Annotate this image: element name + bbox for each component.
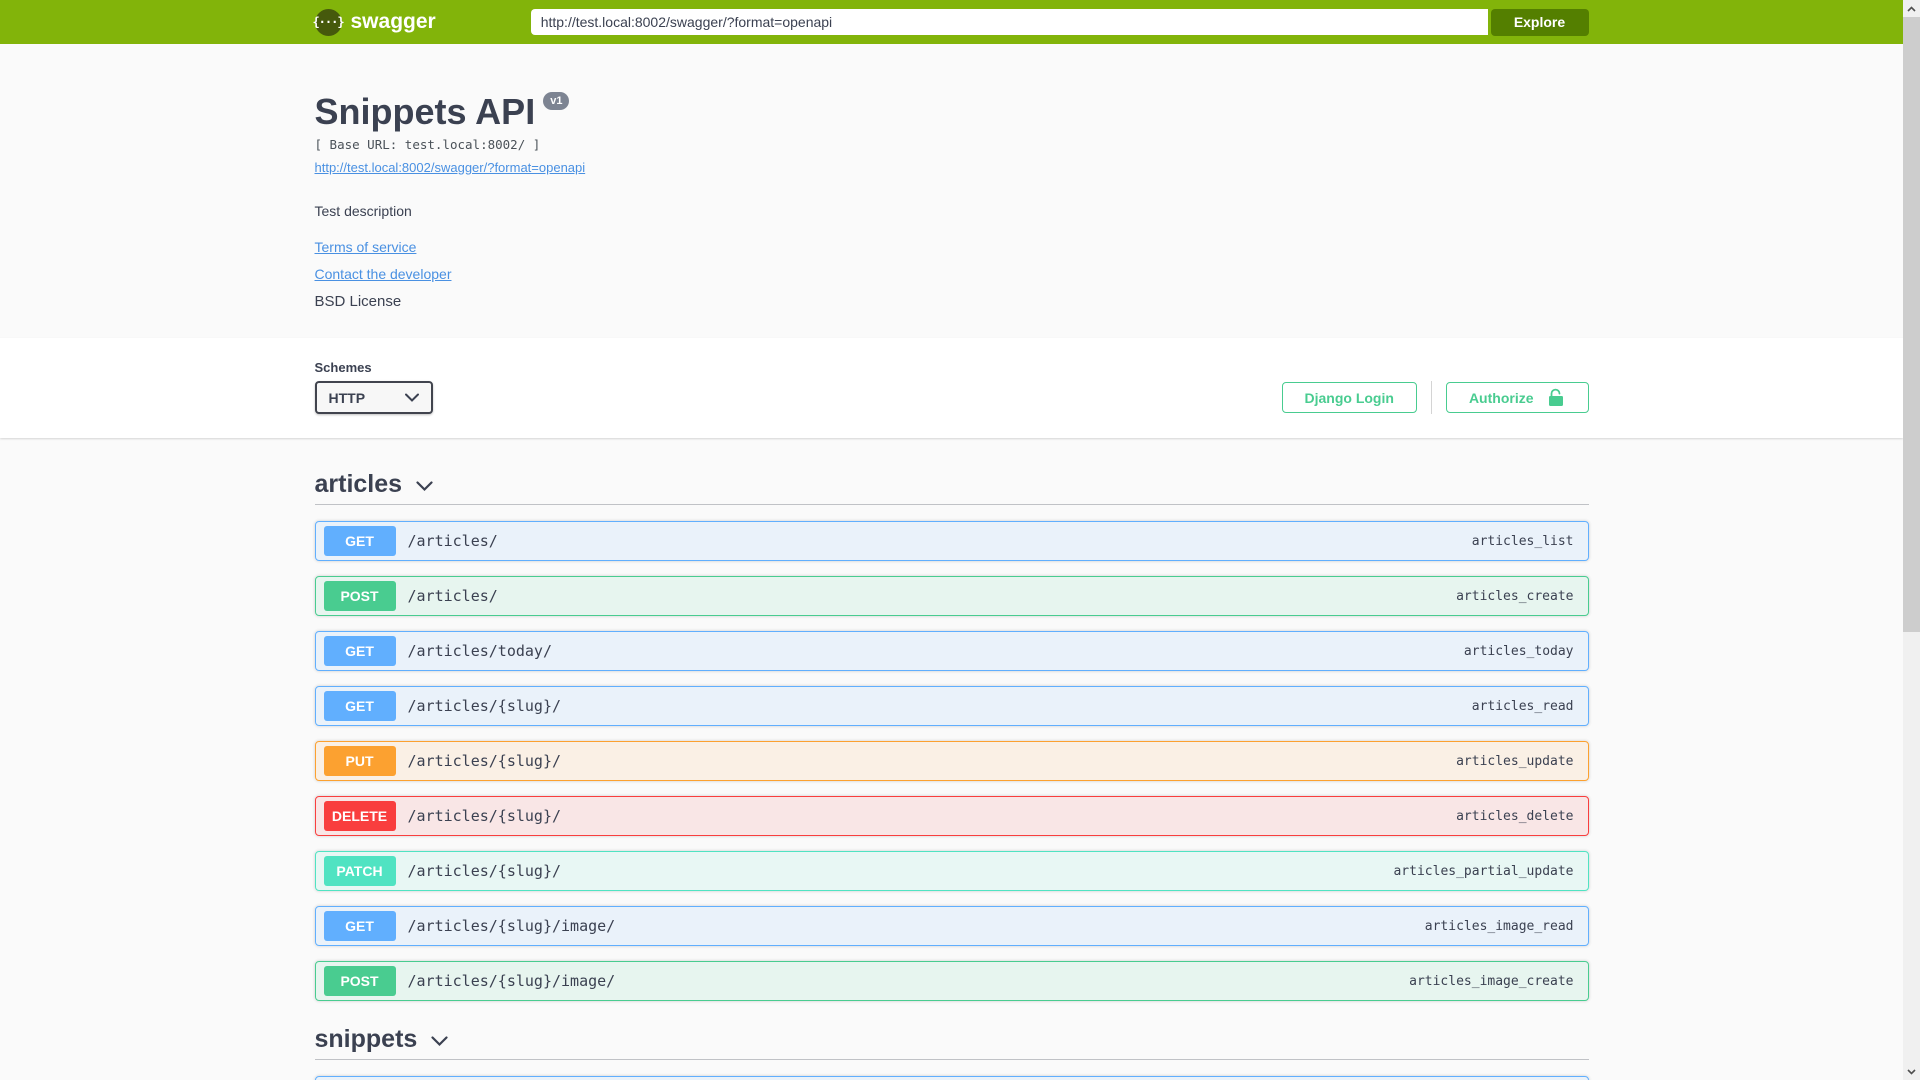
- info-section: Snippets API v1 [ Base URL: test.local:8…: [0, 44, 1903, 338]
- method-badge: GET: [323, 911, 396, 941]
- api-title-text: Snippets API: [314, 91, 536, 132]
- operation-row[interactable]: GET/snippets/snippets_list: [314, 1076, 1589, 1080]
- operation-row[interactable]: GET/articles/{slug}/articles_read: [314, 686, 1589, 726]
- scrollbar-down-button[interactable]: [1903, 1063, 1920, 1080]
- topbar: {···} swagger Explore: [0, 0, 1903, 44]
- scrollbar-up-icon: [1907, 5, 1916, 12]
- license-text: BSD License: [314, 293, 402, 310]
- operation-list: GET/snippets/snippets_list: [314, 1060, 1589, 1080]
- method-badge: GET: [323, 636, 396, 666]
- operation-path[interactable]: /articles/: [408, 587, 1457, 605]
- auth-wrapper: Django Login Authorize: [1281, 381, 1589, 414]
- authorize-label: Authorize: [1468, 389, 1534, 406]
- api-section-articles: articles GET/articles/articles_list POST/a…: [314, 470, 1589, 1001]
- base-url-text: [ Base URL: test.local:8002/ ]: [314, 137, 541, 152]
- version-badge: v1: [543, 92, 570, 111]
- operation-row[interactable]: PATCH/articles/{slug}/articles_partial_u…: [314, 851, 1589, 891]
- authorize-button[interactable]: Authorize: [1445, 382, 1589, 413]
- operations-sections: articles GET/articles/articles_list POST/a…: [314, 438, 1589, 1080]
- api-description: Test description: [314, 203, 412, 219]
- operation-id: articles_list: [1471, 533, 1574, 549]
- unlock-icon: [1546, 388, 1566, 408]
- swagger-logo-link[interactable]: {···} swagger: [312, 8, 436, 36]
- operation-path[interactable]: /articles/{slug}/image/: [408, 917, 1425, 935]
- operation-id: articles_update: [1456, 753, 1574, 769]
- schemes-group: Schemes HTTP: [314, 360, 433, 414]
- operation-row[interactable]: GET/articles/articles_list: [314, 521, 1589, 561]
- section-header-snippets[interactable]: snippets: [314, 1025, 1589, 1060]
- scrollbar-thumb[interactable]: [1903, 17, 1920, 632]
- method-badge: PUT: [323, 746, 396, 776]
- operation-list: GET/articles/articles_list POST/articles/…: [314, 505, 1589, 1001]
- download-url-wrapper: Explore: [530, 8, 1589, 36]
- scrollbar-up-button[interactable]: [1903, 0, 1920, 17]
- section-header-articles[interactable]: articles: [314, 470, 1589, 505]
- chevron-down-icon: [431, 1035, 448, 1046]
- operation-path[interactable]: /articles/{slug}/: [408, 752, 1457, 770]
- operation-path[interactable]: /articles/{slug}/image/: [408, 972, 1410, 990]
- schemes-select[interactable]: HTTP: [314, 381, 433, 414]
- contact-developer-link[interactable]: Contact the developer: [315, 266, 452, 282]
- operation-id: articles_create: [1456, 588, 1574, 604]
- section-title: articles: [314, 470, 403, 498]
- operation-path[interactable]: /articles/today/: [408, 642, 1464, 660]
- scrollbar[interactable]: [1903, 0, 1920, 1080]
- swagger-logo-icon: {···}: [312, 8, 345, 36]
- operation-id: articles_partial_update: [1393, 863, 1574, 879]
- swagger-ui-page: {···} swagger Explore Snippets API v1 [ …: [0, 0, 1903, 1080]
- operation-id: articles_delete: [1456, 808, 1574, 824]
- terms-of-service-link[interactable]: Terms of service: [315, 239, 417, 255]
- scrollbar-down-icon: [1907, 1068, 1916, 1075]
- operation-row[interactable]: PUT/articles/{slug}/articles_update: [314, 741, 1589, 781]
- operation-row[interactable]: GET/articles/today/articles_today: [314, 631, 1589, 671]
- django-login-button[interactable]: Django Login: [1281, 382, 1417, 413]
- operation-id: articles_image_create: [1409, 973, 1574, 989]
- operation-row[interactable]: DELETE/articles/{slug}/articles_delete: [314, 796, 1589, 836]
- method-badge: GET: [323, 691, 396, 721]
- schemes-selected-value: HTTP: [328, 389, 366, 406]
- operation-path[interactable]: /articles/: [408, 532, 1472, 550]
- method-badge: POST: [323, 966, 396, 996]
- chevron-down-icon: [416, 480, 433, 491]
- method-badge: GET: [323, 526, 396, 556]
- method-badge: DELETE: [323, 801, 396, 831]
- swagger-logo-text: swagger: [350, 10, 436, 33]
- topbar-wrapper: {···} swagger Explore: [312, 0, 1589, 44]
- spec-url-input[interactable]: [530, 9, 1488, 35]
- django-login-label: Django Login: [1304, 389, 1394, 406]
- method-badge: PATCH: [323, 856, 396, 886]
- spec-link[interactable]: http://test.local:8002/swagger/?format=o…: [315, 160, 586, 175]
- api-section-snippets: snippets GET/snippets/snippets_list: [314, 1025, 1589, 1080]
- operation-path[interactable]: /articles/{slug}/: [408, 697, 1472, 715]
- chevron-down-icon: [404, 393, 419, 402]
- section-title: snippets: [314, 1025, 418, 1053]
- auth-divider: [1430, 381, 1432, 414]
- operation-row[interactable]: POST/articles/{slug}/image/articles_imag…: [314, 961, 1589, 1001]
- schemes-label: Schemes: [314, 360, 372, 375]
- operation-id: articles_today: [1463, 643, 1574, 659]
- operation-path[interactable]: /articles/{slug}/: [408, 807, 1457, 825]
- operation-row[interactable]: POST/articles/articles_create: [314, 576, 1589, 616]
- operation-id: articles_read: [1471, 698, 1574, 714]
- braces-icon: {···}: [312, 15, 344, 29]
- method-badge: POST: [323, 581, 396, 611]
- operation-row[interactable]: GET/articles/{slug}/image/articles_image…: [314, 906, 1589, 946]
- explore-button[interactable]: Explore: [1490, 8, 1589, 36]
- operation-path[interactable]: /articles/{slug}/: [408, 862, 1394, 880]
- page-title: Snippets API v1: [315, 92, 1589, 132]
- operation-id: articles_image_read: [1424, 918, 1574, 934]
- scheme-container: Schemes HTTP Django Login Authorize: [0, 338, 1903, 438]
